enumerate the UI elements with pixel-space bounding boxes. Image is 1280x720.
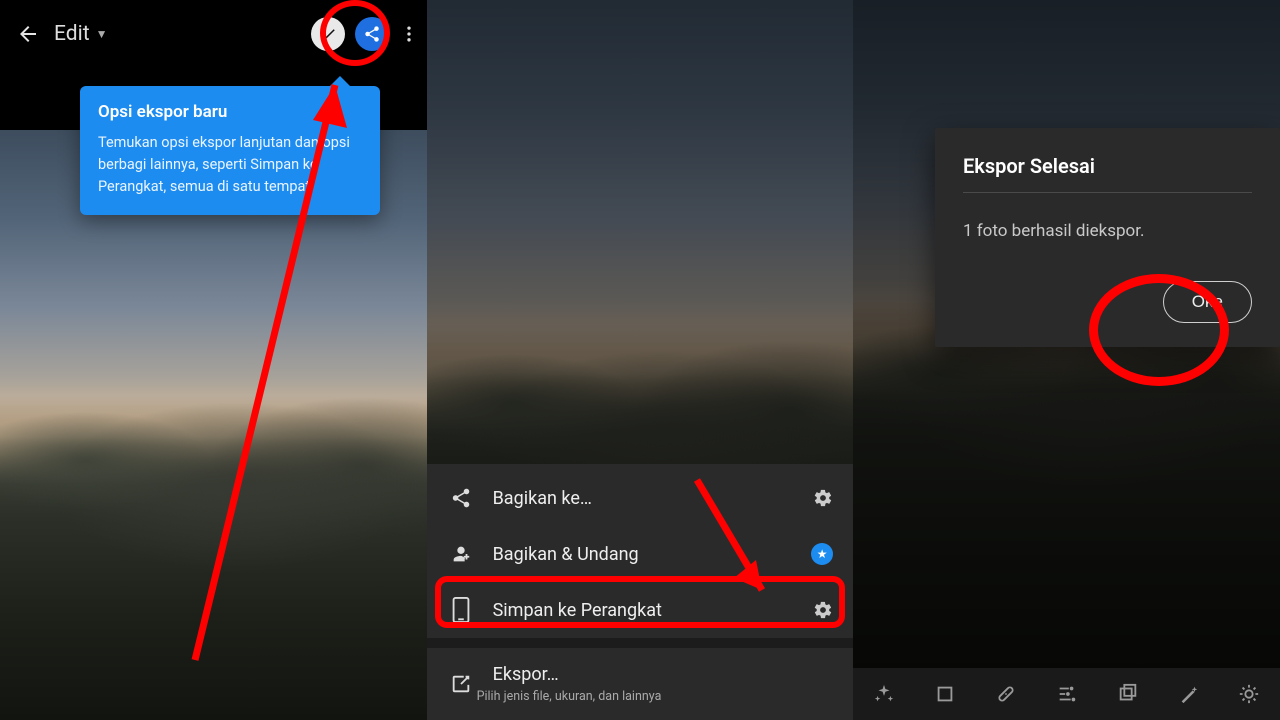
wand-icon xyxy=(1178,683,1200,705)
annotation-circle-share xyxy=(320,0,390,66)
dialog-title: Ekspor Selesai xyxy=(963,154,1252,193)
pane-step-1: Edit ▼ Opsi ekspor baru Temukan opsi eks… xyxy=(0,0,427,720)
tool-presets[interactable] xyxy=(866,676,902,712)
tool-effects[interactable] xyxy=(1171,676,1207,712)
dialog-body: 1 foto berhasil diekspor. xyxy=(963,221,1252,241)
sliders-icon xyxy=(1056,683,1078,705)
annotation-arrow-1 xyxy=(0,0,427,720)
tool-copies[interactable] xyxy=(1110,676,1146,712)
annotation-circle-ok xyxy=(1089,274,1229,386)
tool-adjust[interactable] xyxy=(1049,676,1085,712)
tool-heal[interactable] xyxy=(988,676,1024,712)
sparkle-icon xyxy=(873,683,895,705)
annotation-rect-save xyxy=(435,576,845,628)
crop-icon xyxy=(934,683,956,705)
bottom-toolbar xyxy=(853,668,1280,720)
pane-step-3: Ekspor Selesai 1 foto berhasil diekspor.… xyxy=(853,0,1280,720)
tool-light[interactable] xyxy=(1231,676,1267,712)
pane-step-2: Bagikan ke… Bagikan & Undang ★ Simpan ke… xyxy=(427,0,854,720)
bandage-icon xyxy=(995,683,1017,705)
copies-icon xyxy=(1117,683,1139,705)
tool-crop[interactable] xyxy=(927,676,963,712)
sun-icon xyxy=(1238,683,1260,705)
